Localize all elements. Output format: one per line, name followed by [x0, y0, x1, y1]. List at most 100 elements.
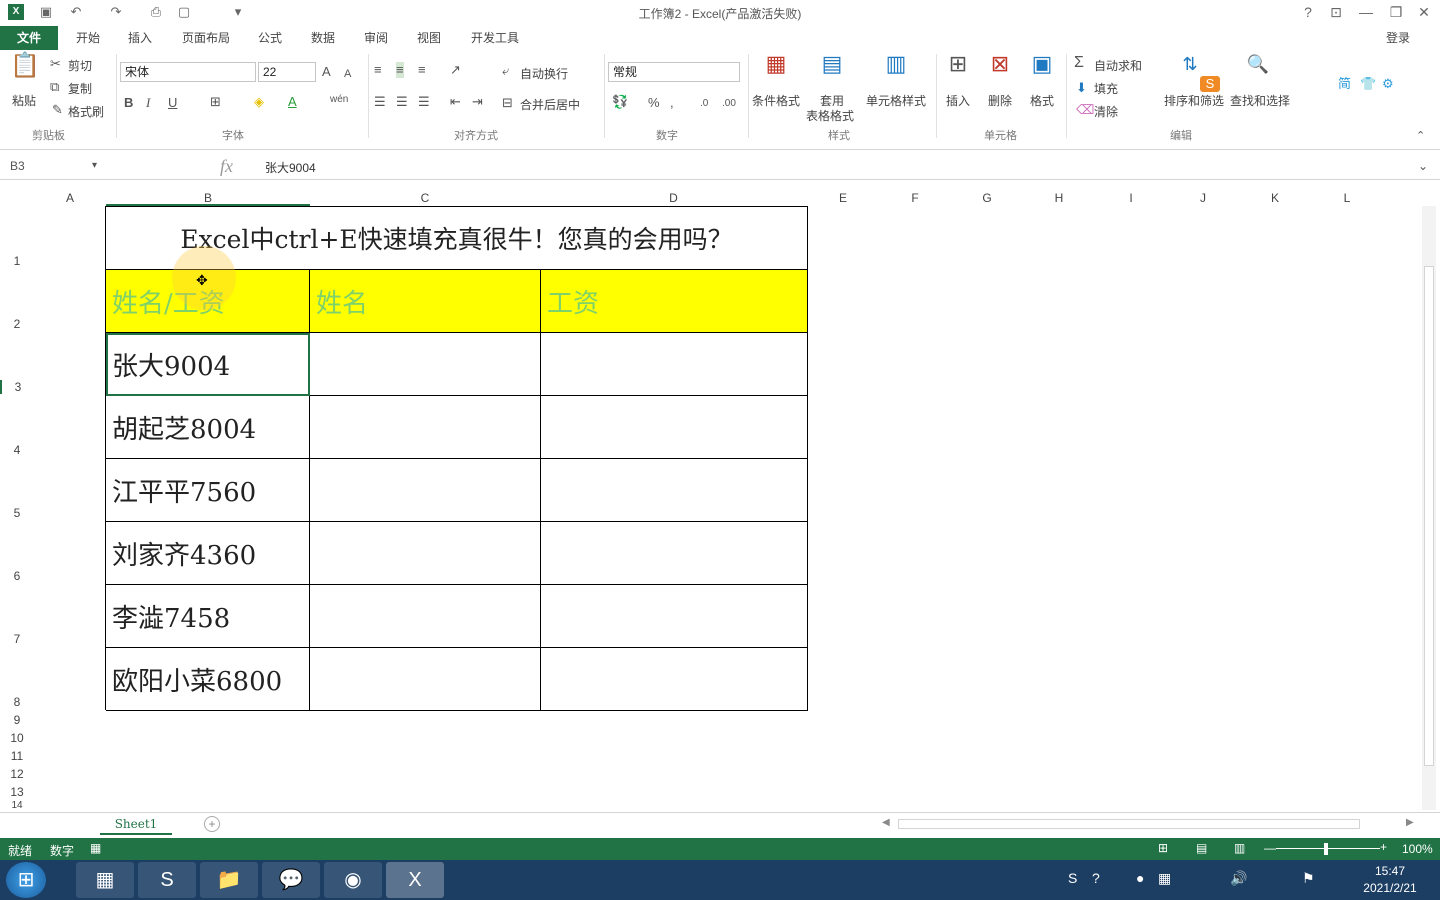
restore-icon[interactable]: ❐	[1386, 3, 1406, 21]
folder-app-icon[interactable]: 📁	[200, 862, 258, 898]
increase-decimal-icon[interactable]: .0	[700, 96, 708, 112]
tray-network-icon[interactable]: ▦	[1158, 870, 1171, 887]
column-header-i[interactable]: I	[1095, 190, 1167, 206]
ime-simplified-icon[interactable]: 简	[1338, 76, 1351, 92]
column-header-c[interactable]: C	[310, 190, 540, 206]
align-middle-icon[interactable]: ≡	[396, 62, 404, 78]
fill-color-icon[interactable]: ◈	[254, 94, 264, 110]
align-center-icon[interactable]: ☰	[396, 94, 408, 110]
table-cell-empty[interactable]	[541, 648, 808, 711]
formula-input[interactable]: 张大9004	[265, 159, 316, 176]
tab-insert[interactable]: 插入	[122, 26, 158, 50]
vertical-scroll-thumb[interactable]	[1424, 266, 1434, 766]
table-cell-empty[interactable]	[310, 648, 541, 711]
find-select-icon[interactable]: 🔍	[1244, 55, 1272, 73]
copy-button[interactable]: 复制	[68, 80, 92, 97]
row-header-5[interactable]: 5	[0, 506, 34, 520]
table-cell-empty[interactable]	[310, 396, 541, 459]
table-cell-empty[interactable]	[541, 396, 808, 459]
increase-indent-icon[interactable]: ⇥	[472, 94, 483, 110]
tray-volume-icon[interactable]: 🔊	[1230, 870, 1247, 887]
increase-font-icon[interactable]: A	[322, 64, 331, 80]
page-break-view-icon[interactable]: ▥	[1234, 841, 1245, 855]
bold-button[interactable]: B	[124, 95, 133, 111]
scroll-right-icon[interactable]: ▶	[1406, 817, 1414, 828]
row-header-2[interactable]: 2	[0, 317, 34, 331]
row-header-10[interactable]: 10	[0, 731, 34, 745]
align-left-icon[interactable]: ☰	[374, 94, 386, 110]
macro-record-icon[interactable]: ▦	[90, 841, 101, 855]
row-header-12[interactable]: 12	[0, 767, 34, 781]
column-header-b[interactable]: B	[106, 190, 310, 206]
tray-sogou-icon[interactable]: S	[1068, 870, 1077, 886]
fill-button[interactable]: 填充	[1094, 80, 1118, 97]
percent-button[interactable]: %	[648, 95, 660, 111]
paste-icon[interactable]: 📋	[10, 54, 40, 88]
ime-skin-icon[interactable]: 👕	[1360, 76, 1376, 92]
tab-page-layout[interactable]: 页面布局	[178, 26, 234, 50]
tab-data[interactable]: 数据	[305, 26, 341, 50]
align-top-icon[interactable]: ≡	[374, 62, 382, 78]
table-cell-empty[interactable]	[310, 522, 541, 585]
table-cell-b6[interactable]: 刘家齐4360	[106, 522, 310, 585]
tab-view[interactable]: 视图	[411, 26, 447, 50]
cut-button[interactable]: 剪切	[68, 57, 92, 74]
row-header-1[interactable]: 1	[0, 254, 34, 268]
row-header-9[interactable]: 9	[0, 713, 34, 727]
help-icon[interactable]: ?	[1298, 3, 1318, 21]
column-header-j[interactable]: J	[1167, 190, 1239, 206]
font-color-icon[interactable]: A	[288, 94, 297, 110]
phonetic-icon[interactable]: wén	[330, 92, 348, 108]
column-header-l[interactable]: L	[1311, 190, 1383, 206]
table-cell-empty[interactable]	[541, 333, 808, 396]
table-cell-b3[interactable]: 张大9004	[106, 333, 310, 396]
cell-styles-button[interactable]: 单元格样式	[866, 92, 926, 109]
paste-button[interactable]: 粘贴	[12, 92, 36, 109]
align-bottom-icon[interactable]: ≡	[418, 62, 426, 78]
table-cell-b7[interactable]: 李澁7458	[106, 585, 310, 648]
header-cell-name[interactable]: 姓名	[310, 270, 541, 333]
row-header-13[interactable]: 13	[0, 785, 34, 799]
format-painter-button[interactable]: 格式刷	[68, 103, 104, 120]
find-select-button[interactable]: 查找和选择	[1230, 92, 1290, 109]
decrease-font-icon[interactable]: A	[344, 66, 351, 82]
table-cell-empty[interactable]	[541, 585, 808, 648]
underline-button[interactable]: U	[168, 95, 177, 111]
cut-icon[interactable]: ✂	[50, 56, 61, 72]
italic-button[interactable]: I	[146, 95, 150, 111]
table-cell-b5[interactable]: 江平平7560	[106, 459, 310, 522]
tray-help-icon[interactable]: ?	[1092, 870, 1100, 886]
tray-wechat-icon[interactable]: ●	[1136, 870, 1144, 886]
file-explorer-icon[interactable]: ▦	[76, 862, 134, 898]
format-cells-icon[interactable]: ▣	[1028, 53, 1056, 75]
insert-cells-button[interactable]: 插入	[946, 92, 970, 109]
column-header-g[interactable]: G	[951, 190, 1023, 206]
login-link[interactable]: 登录	[1380, 26, 1416, 50]
format-cells-button[interactable]: 格式	[1030, 92, 1054, 109]
merge-center-button[interactable]: 合并后居中	[520, 96, 580, 113]
expand-formula-icon[interactable]: ⌄	[1418, 158, 1428, 174]
zoom-slider[interactable]	[1276, 848, 1380, 849]
currency-icon[interactable]: 💱	[612, 94, 628, 110]
minimize-icon[interactable]: —	[1356, 3, 1376, 21]
insert-cells-icon[interactable]: ⊞	[944, 53, 972, 75]
border-icon[interactable]: ⊞	[210, 94, 221, 110]
autosum-icon[interactable]: Σ	[1074, 55, 1084, 71]
tab-home[interactable]: 开始	[70, 26, 106, 50]
table-cell-empty[interactable]	[541, 522, 808, 585]
column-header-d[interactable]: D	[540, 190, 807, 206]
table-cell-empty[interactable]	[310, 585, 541, 648]
number-format-select[interactable]: 常规	[608, 62, 740, 82]
column-header-a[interactable]: A	[34, 190, 106, 206]
row-header-3[interactable]: 3	[0, 380, 34, 394]
row-header-8[interactable]: 8	[0, 695, 34, 709]
font-size-select[interactable]: 22	[258, 62, 316, 82]
excel-app-icon[interactable]: X	[386, 862, 444, 898]
close-icon[interactable]: ✕	[1414, 3, 1434, 21]
tab-developer[interactable]: 开发工具	[466, 26, 524, 50]
zoom-level[interactable]: 100%	[1402, 842, 1433, 856]
comma-style-icon[interactable]: ,	[670, 95, 674, 111]
tray-flag-icon[interactable]: ⚑	[1302, 870, 1315, 887]
clock-time[interactable]: 15:47	[1358, 864, 1422, 878]
add-sheet-icon[interactable]: +	[204, 816, 220, 832]
